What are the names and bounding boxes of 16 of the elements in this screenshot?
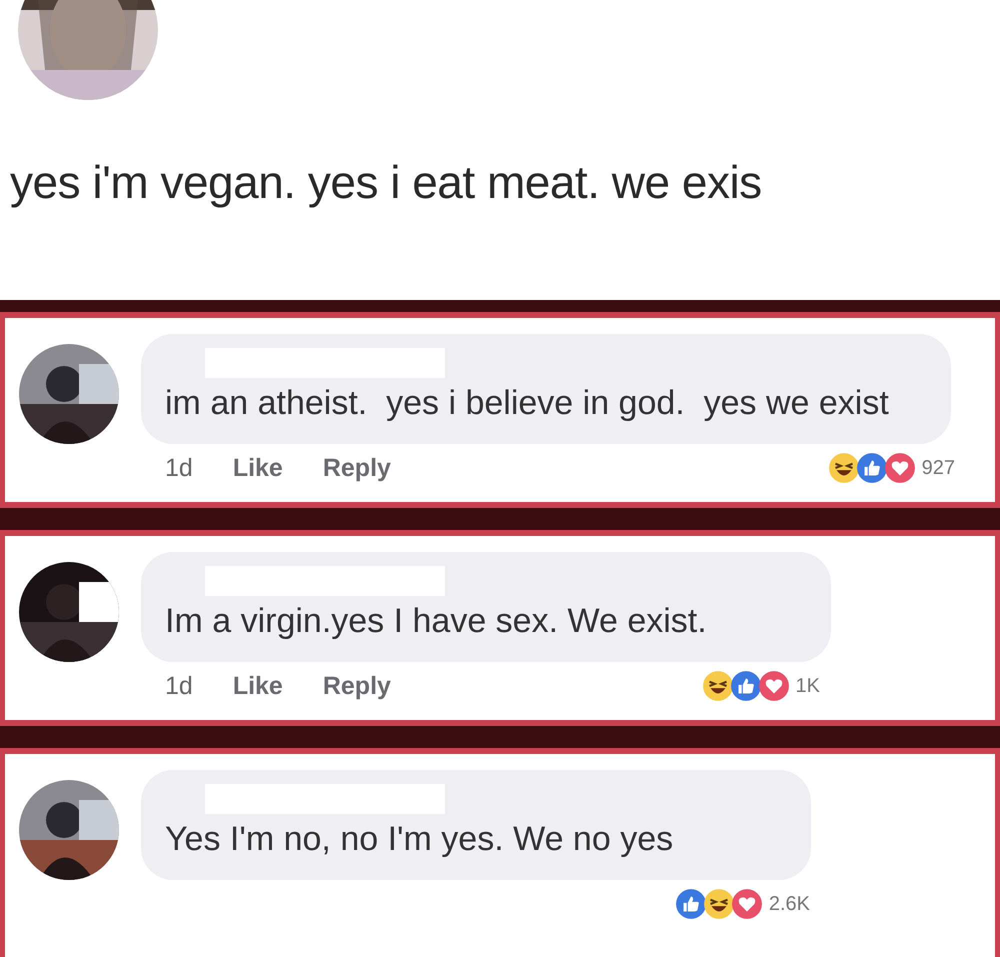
laughing-face-icon xyxy=(828,452,860,484)
laughing-face-icon xyxy=(702,888,735,920)
reply-link[interactable]: Reply xyxy=(322,454,391,482)
like-link[interactable]: Like xyxy=(232,672,283,700)
comment-text: im an atheist. yes i believe in god. yes we exist xyxy=(165,383,890,424)
comment-time: 1d xyxy=(165,454,193,482)
comment-text: Im a virgin.yes I have sex. We exist. xyxy=(165,601,708,642)
reaction-count: 2.6K xyxy=(768,892,810,916)
comment-text: Yes I'm no, no I'm yes. We no yes xyxy=(165,819,674,860)
reaction-count: 927 xyxy=(922,456,955,480)
post-text: yes i'm vegan. yes i eat meat. we exis xyxy=(9,155,763,210)
like-link[interactable]: Like xyxy=(232,454,283,482)
reaction-count: 1K xyxy=(796,674,820,698)
comment-time: 1d xyxy=(165,672,193,700)
reply-link[interactable]: Reply xyxy=(322,672,391,700)
laughing-face-icon xyxy=(702,670,734,702)
